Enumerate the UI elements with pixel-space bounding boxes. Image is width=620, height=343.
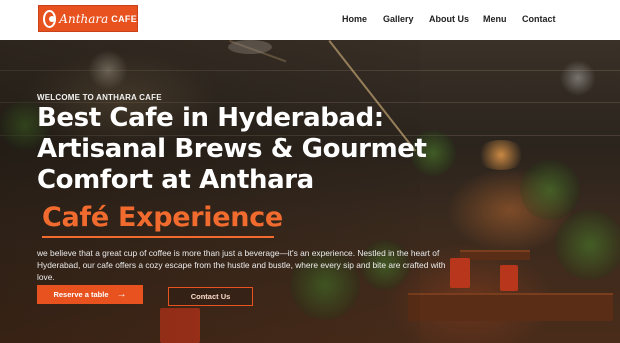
nav-gallery[interactable]: Gallery bbox=[383, 14, 414, 24]
logo[interactable]: Anthara CAFE bbox=[38, 5, 138, 32]
logo-script-text: Anthara bbox=[59, 11, 109, 26]
hero-eyebrow: WELCOME TO ANTHARA CAFE bbox=[37, 93, 162, 102]
hero-description: we believe that a great cup of coffee is… bbox=[37, 248, 446, 282]
hero-accent-text: Café Experience bbox=[42, 202, 283, 233]
coffee-logo-icon bbox=[43, 9, 57, 28]
hero-section: WELCOME TO ANTHARA CAFE Best Cafe in Hyd… bbox=[0, 40, 620, 343]
accent-underline bbox=[42, 236, 274, 238]
nav-menu[interactable]: Menu bbox=[483, 14, 507, 24]
contact-us-button[interactable]: Contact Us bbox=[168, 287, 253, 306]
navbar: Anthara CAFE Home Gallery About Us Menu … bbox=[0, 0, 620, 40]
reserve-table-button[interactable]: Reserve a table → bbox=[37, 285, 143, 304]
hero-headline-line: Comfort at Anthara bbox=[37, 165, 314, 195]
reserve-table-label: Reserve a table bbox=[53, 290, 109, 299]
hero-headline-line: Artisanal Brews & Gourmet bbox=[37, 134, 427, 164]
hero-headline-line: Best Cafe in Hyderabad: bbox=[37, 103, 384, 133]
nav-home[interactable]: Home bbox=[342, 14, 367, 24]
contact-us-label: Contact Us bbox=[190, 292, 231, 301]
logo-cafe-text: CAFE bbox=[111, 13, 137, 24]
hero-headline: Best Cafe in Hyderabad: Artisanal Brews … bbox=[37, 103, 437, 196]
nav-about-us[interactable]: About Us bbox=[429, 14, 469, 24]
nav-contact[interactable]: Contact bbox=[522, 14, 556, 24]
arrow-right-icon: → bbox=[116, 289, 127, 300]
